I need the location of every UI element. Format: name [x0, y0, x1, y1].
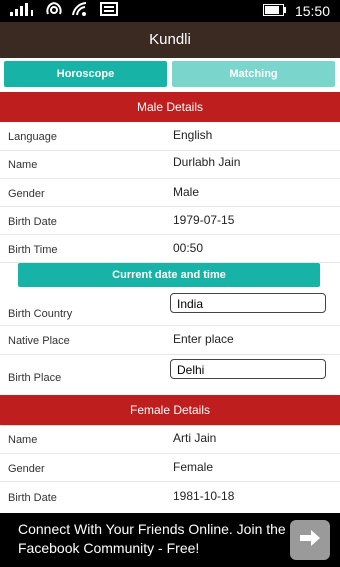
clock: 15:50: [294, 3, 330, 19]
language-label: Language: [8, 131, 57, 143]
birth-place-label: Birth Place: [8, 372, 62, 384]
language-row[interactable]: Language English: [0, 122, 340, 151]
tab-bar: Horoscope Matching: [0, 58, 340, 92]
native-place-label: Native Place: [8, 335, 70, 347]
male-birth-time-row[interactable]: Birth Time 00:50: [0, 235, 340, 263]
male-name-label: Name: [8, 159, 38, 171]
female-name-label: Name: [8, 434, 38, 446]
birth-place-row: Birth Place Delhi: [0, 355, 340, 387]
native-place-row: Native Place Enter place: [0, 326, 340, 355]
male-name-row: Name Durlabh Jain: [0, 151, 340, 179]
male-gender-value[interactable]: Male: [173, 185, 199, 199]
ad-banner[interactable]: Connect With Your Friends Online. Join t…: [0, 513, 340, 567]
male-gender-row[interactable]: Gender Male: [0, 179, 340, 207]
female-gender-value[interactable]: Female: [173, 460, 213, 474]
battery-icon: [262, 3, 287, 19]
female-name-row: Name Arti Jain: [0, 426, 340, 454]
female-birth-date-label: Birth Date: [8, 492, 57, 504]
male-birth-time-value[interactable]: 00:50: [173, 241, 203, 255]
current-date-time-button[interactable]: Current date and time: [18, 263, 320, 287]
female-gender-row[interactable]: Gender Female: [0, 454, 340, 482]
male-birth-date-value[interactable]: 1979-07-15: [173, 213, 234, 227]
male-birth-date-row[interactable]: Birth Date 1979-07-15: [0, 207, 340, 235]
form-content: Male Details Language English Name Durla…: [0, 92, 340, 513]
birth-country-row: Birth Country India: [0, 289, 340, 326]
ad-arrow-button[interactable]: [290, 520, 330, 560]
app-title: Kundli: [0, 22, 340, 58]
female-birth-date-value[interactable]: 1981-10-18: [173, 489, 234, 503]
ad-text[interactable]: Connect With Your Friends Online. Join t…: [18, 520, 286, 558]
arrow-right-icon: [298, 528, 322, 553]
status-icons: [10, 1, 118, 21]
female-birth-date-row[interactable]: Birth Date 1981-10-18: [0, 482, 340, 512]
language-value[interactable]: English: [173, 128, 212, 142]
tab-horoscope[interactable]: Horoscope: [4, 61, 167, 87]
birth-country-input[interactable]: India: [170, 293, 326, 313]
birth-country-label: Birth Country: [8, 308, 73, 320]
male-birth-date-label: Birth Date: [8, 216, 57, 228]
birth-place-input[interactable]: Delhi: [170, 359, 326, 379]
hotspot-icon: [46, 1, 62, 21]
native-place-input[interactable]: Enter place: [173, 332, 234, 346]
status-right: 15:50: [262, 2, 330, 20]
signal-icon: [10, 2, 36, 21]
tab-matching[interactable]: Matching: [172, 61, 335, 87]
male-gender-label: Gender: [8, 188, 45, 200]
male-details-header: Male Details: [0, 92, 340, 122]
status-bar: 15:50: [0, 0, 340, 22]
female-gender-label: Gender: [8, 463, 45, 475]
male-name-field[interactable]: Durlabh Jain: [173, 155, 240, 169]
male-birth-time-label: Birth Time: [8, 244, 58, 256]
wifi-icon: [72, 1, 90, 21]
message-icon: [100, 1, 118, 21]
female-name-field[interactable]: Arti Jain: [173, 431, 216, 445]
female-details-header: Female Details: [0, 395, 340, 425]
